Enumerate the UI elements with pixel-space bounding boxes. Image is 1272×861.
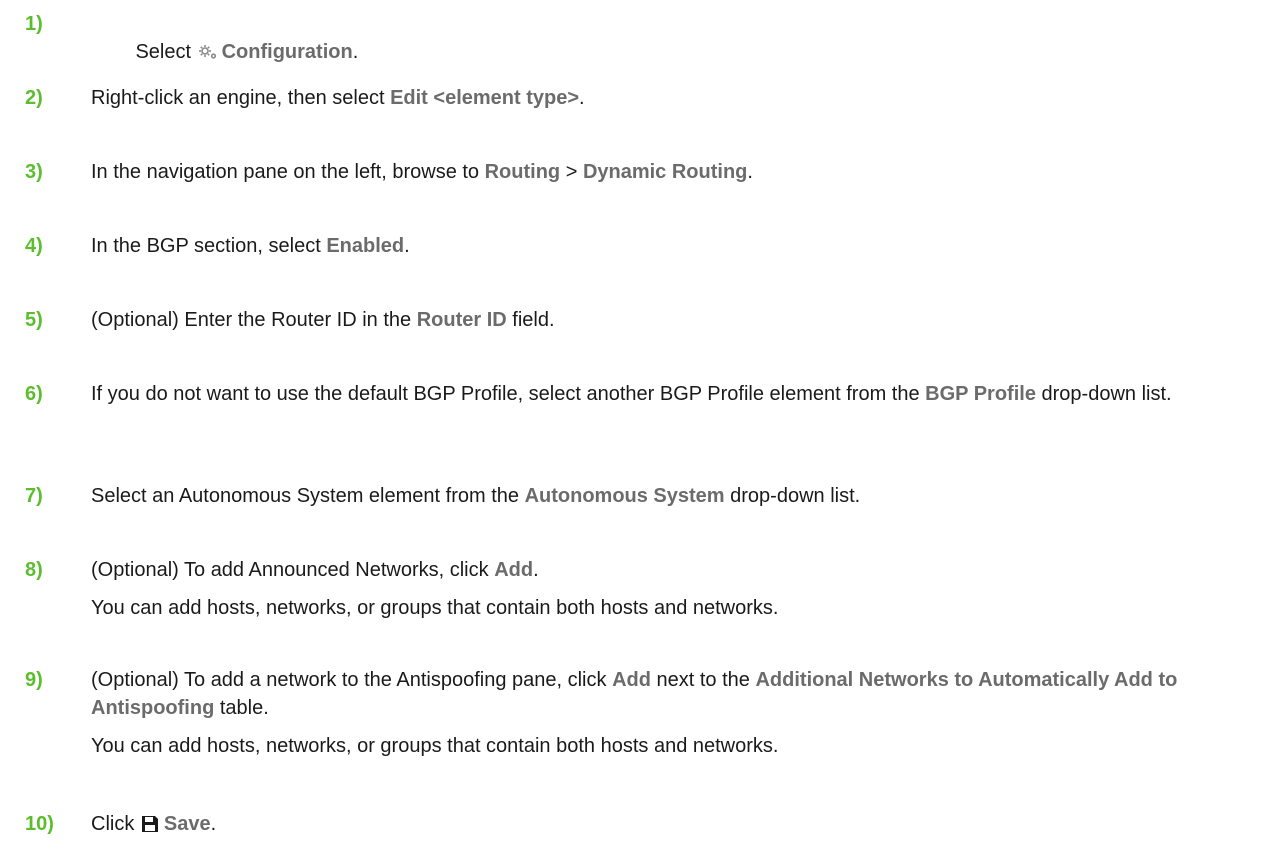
step-text-part: (Optional) Enter the Router ID in the: [91, 309, 417, 331]
ui-term: Add: [494, 559, 534, 581]
step-text: Click Save.: [91, 810, 1266, 839]
step-text-part: Select an Autonomous System element from…: [91, 485, 525, 507]
step-text: Select Configuration.: [91, 10, 1266, 95]
step-number: 6): [25, 383, 43, 405]
step-text: Select an Autonomous System element from…: [91, 482, 1266, 510]
step-note: You can add hosts, networks, or groups t…: [91, 735, 779, 757]
step-text-part: .: [579, 87, 585, 109]
step-text-part: (Optional) To add Announced Networks, cl…: [91, 559, 495, 581]
step-number: 10): [25, 813, 54, 835]
step-text-part: .: [210, 813, 217, 835]
step-number: 8): [25, 559, 43, 581]
step-number: 1): [25, 13, 43, 35]
ui-term: Add: [612, 669, 651, 691]
step-text-part: .: [747, 161, 753, 183]
step-text-part: Select: [135, 41, 197, 63]
ui-term: Configuration: [221, 41, 353, 63]
step-text-part: .: [533, 559, 539, 581]
step-text-part: drop-down list.: [724, 485, 861, 507]
step-note: You can add hosts, networks, or groups t…: [91, 597, 779, 619]
ui-term: Edit <element type>: [390, 87, 580, 109]
step-text: (Optional) Enter the Router ID in the Ro…: [91, 306, 1266, 334]
step-text-part: In the navigation pane on the left, brow…: [91, 161, 485, 183]
step-number: 5): [25, 309, 43, 331]
step-text: (Optional) To add Announced Networks, cl…: [91, 556, 1266, 622]
step-text: In the BGP section, select Enabled.: [91, 232, 1266, 260]
step-number: 4): [25, 235, 43, 257]
step-number: 3): [25, 161, 43, 183]
step-text-part: field.: [506, 309, 555, 331]
step-number: 7): [25, 485, 43, 507]
ui-term: Enabled: [326, 235, 405, 257]
gears-icon: [197, 39, 222, 67]
step-number: 9): [25, 669, 43, 691]
step-text-part: (Optional) To add a network to the Antis…: [91, 669, 613, 691]
ui-term: Router ID: [416, 309, 507, 331]
save-icon: [140, 811, 164, 839]
step-text-part: table.: [214, 697, 269, 719]
step-text-part: drop-down list.: [1035, 383, 1172, 405]
ui-term: Dynamic Routing: [582, 161, 748, 183]
step-text-part: >: [560, 161, 583, 183]
ui-term: Autonomous System: [524, 485, 725, 507]
step-text-part: .: [404, 235, 410, 257]
ui-term: Routing: [484, 161, 561, 183]
step-text-part: Click: [91, 813, 140, 835]
ui-term: Save: [163, 813, 211, 835]
step-text: In the navigation pane on the left, brow…: [91, 158, 1266, 186]
step-text-part: If you do not want to use the default BG…: [91, 383, 926, 405]
step-text: Right-click an engine, then select Edit …: [91, 84, 1266, 112]
step-text-part: Right-click an engine, then select: [91, 87, 391, 109]
step-text-part: .: [352, 41, 359, 63]
step-text-part: next to the: [650, 669, 756, 691]
ui-term: BGP Profile: [925, 383, 1036, 405]
step-text: If you do not want to use the default BG…: [91, 380, 1266, 408]
step-number: 2): [25, 87, 43, 109]
step-text: (Optional) To add a network to the Antis…: [91, 666, 1266, 760]
step-text-part: In the BGP section, select: [91, 235, 327, 257]
